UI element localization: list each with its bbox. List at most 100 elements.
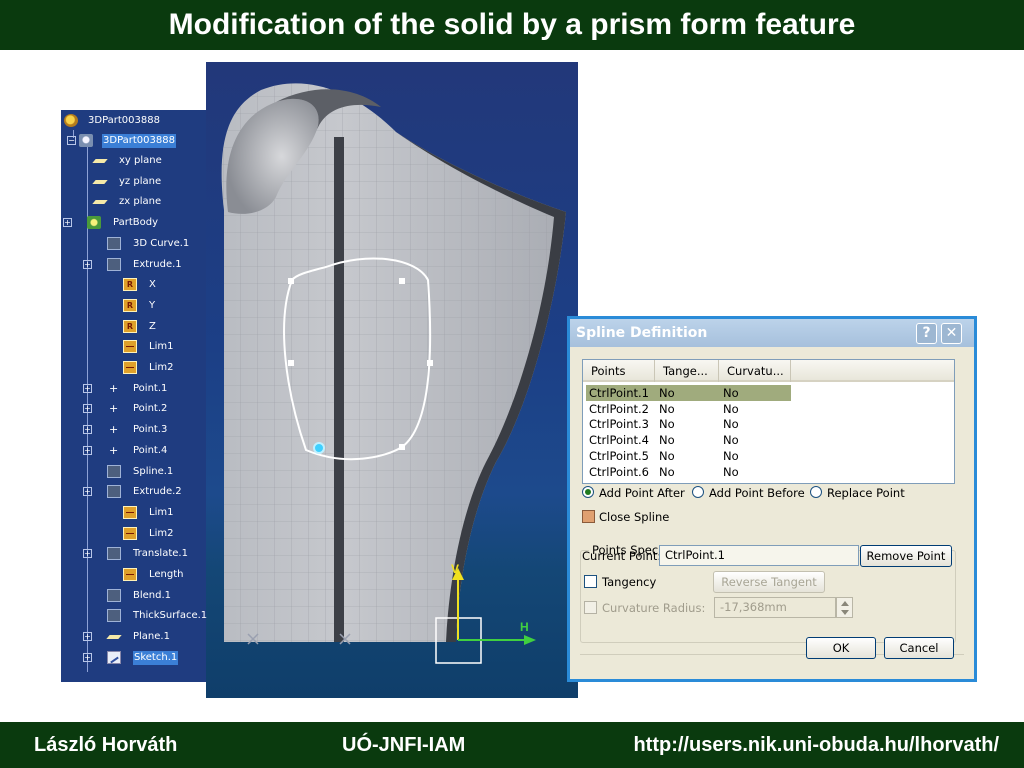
table-row[interactable]: CtrlPoint.5 No No (586, 448, 791, 464)
current-point-label: Current Point: (582, 549, 662, 563)
limit-icon (123, 526, 137, 540)
column-header-curvature[interactable]: Curvatu... (719, 360, 791, 382)
add-point-before-radio[interactable] (692, 486, 704, 498)
add-point-before-label: Add Point Before (709, 486, 805, 500)
cell-tangent: No (659, 448, 675, 463)
curvature-radius-field[interactable]: -17,368mm (714, 597, 836, 618)
help-button[interactable]: ? (916, 323, 937, 344)
tangency-label: Tangency (602, 575, 657, 589)
plane-icon (107, 630, 121, 643)
plane-icon (93, 195, 107, 208)
replace-point-label: Replace Point (827, 486, 905, 500)
collapse-icon[interactable]: − (67, 136, 76, 145)
root-product-icon (64, 114, 78, 127)
add-point-after-radio[interactable] (582, 486, 594, 498)
expand-icon[interactable]: + (83, 632, 92, 642)
tree-item-label: Translate.1 (133, 548, 188, 560)
tree-item-label: xy plane (119, 155, 162, 166)
column-header-tangent[interactable]: Tange... (655, 360, 719, 382)
cell-point: CtrlPoint.2 (589, 401, 649, 416)
remove-point-button[interactable]: Remove Point (860, 545, 952, 567)
cell-tangent: No (659, 433, 675, 448)
tree-item-label: Lim1 (149, 506, 174, 518)
translate-icon (107, 547, 121, 561)
curvature-radius-spinner[interactable] (836, 597, 853, 618)
expand-icon[interactable]: + (83, 487, 92, 497)
tree-item-label: ThickSurface.1 (133, 610, 208, 622)
table-row[interactable]: CtrlPoint.3 No No (586, 416, 791, 432)
expand-icon[interactable]: + (83, 652, 92, 662)
model-geometry (221, 83, 566, 664)
expand-icon[interactable]: + (83, 549, 92, 559)
close-spline-label: Close Spline (599, 510, 670, 524)
cell-tangent: No (659, 417, 675, 432)
current-point-field[interactable]: CtrlPoint.1 (659, 545, 859, 566)
cell-tangent: No (659, 464, 675, 479)
parameter-icon: R (123, 278, 137, 292)
points-table[interactable]: Points Tange... Curvatu... CtrlPoint.1 No… (582, 359, 955, 484)
expand-icon[interactable]: + (83, 425, 92, 435)
expand-icon[interactable]: + (63, 218, 72, 228)
tree-item-label: Lim2 (149, 527, 174, 539)
cancel-button[interactable]: Cancel (884, 637, 954, 659)
blend-icon (107, 588, 121, 602)
footer-author: László Horváth (34, 734, 178, 756)
replace-point-radio[interactable] (810, 486, 822, 498)
cell-curvature: No (723, 417, 739, 432)
thicksurface-icon (107, 609, 121, 623)
table-row[interactable]: CtrlPoint.4 No No (586, 432, 791, 448)
tree-part-label: 3DPart003888 (102, 134, 176, 148)
specification-tree: 3DPart003888 − 3DPart003888 xy plane yz p… (61, 110, 208, 682)
tree-item-label: Point.1 (133, 382, 168, 394)
dialog-body: Points Tange... Curvatu... CtrlPoint.1 No… (570, 347, 974, 679)
expand-icon[interactable]: + (83, 383, 92, 393)
cell-curvature: No (723, 386, 739, 400)
dialog-titlebar[interactable]: Spline Definition ? ✕ (570, 319, 974, 347)
cell-point: CtrlPoint.1 (589, 386, 649, 400)
expand-icon[interactable]: + (83, 259, 92, 269)
tree-item-label: Plane.1 (133, 631, 170, 643)
table-row[interactable]: CtrlPoint.6 No No (586, 464, 791, 480)
tree-item-label: Extrude.1 (133, 258, 182, 270)
tree-item-label: zx plane (119, 196, 162, 208)
close-icon[interactable]: ✕ (941, 323, 962, 344)
tree-item-label: yz plane (119, 175, 162, 187)
dialog-title: Spline Definition (576, 325, 708, 341)
plane-icon (93, 154, 107, 167)
tree-item-label: X (149, 279, 156, 291)
tree-item-label: Point.3 (133, 424, 168, 436)
curve-icon (107, 236, 121, 250)
tree-item-label: Blend.1 (133, 589, 172, 601)
curvature-radius-checkbox[interactable] (584, 601, 597, 614)
tree-item-label: Lim2 (149, 362, 174, 373)
point-icon (107, 442, 121, 460)
limit-icon (123, 568, 137, 581)
ok-button[interactable]: OK (806, 637, 876, 659)
tree-item-label: Lim1 (149, 341, 174, 353)
cell-curvature: No (723, 464, 739, 479)
expand-icon[interactable]: + (83, 445, 92, 455)
cell-curvature: No (723, 448, 739, 463)
plane-icon (93, 175, 107, 188)
limit-icon (123, 340, 137, 354)
point-icon (107, 400, 121, 418)
axis-v-label: V (451, 562, 460, 576)
axis-h-label: H (520, 620, 529, 634)
footer-url[interactable]: http://users.nik.uni-obuda.hu/lhorvath/ (633, 722, 999, 768)
slide-header: Modification of the solid by a prism for… (0, 0, 1024, 50)
close-spline-checkbox[interactable] (582, 510, 595, 523)
spline-definition-dialog: Spline Definition ? ✕ Points Tange... Cu… (567, 316, 977, 682)
table-row[interactable]: CtrlPoint.2 No No (586, 401, 791, 417)
cell-curvature: No (723, 433, 739, 448)
expand-icon[interactable]: + (83, 404, 92, 414)
tangency-checkbox[interactable] (584, 575, 597, 588)
column-header-points[interactable]: Points (583, 360, 655, 382)
slide-title: Modification of the solid by a prism for… (168, 8, 856, 41)
cad-viewport[interactable]: V H (206, 62, 578, 698)
points-table-header: Points Tange... Curvatu... (583, 360, 954, 382)
cell-curvature: No (723, 401, 739, 416)
table-row[interactable]: CtrlPoint.1 No No (586, 385, 791, 401)
reverse-tangent-button[interactable]: Reverse Tangent (713, 571, 825, 593)
cell-point: CtrlPoint.6 (589, 464, 649, 479)
add-point-after-label: Add Point After (599, 486, 685, 500)
